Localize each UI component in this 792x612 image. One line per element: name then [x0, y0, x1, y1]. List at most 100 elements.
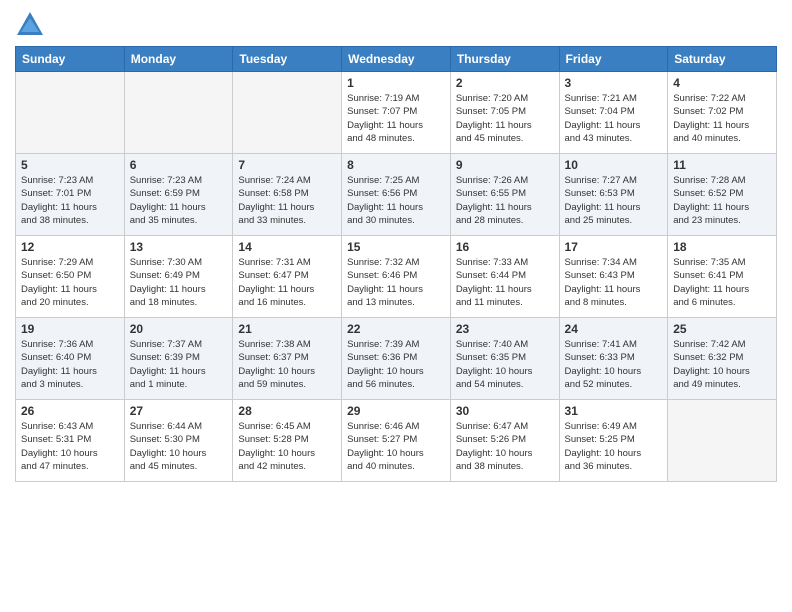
day-number: 7: [238, 158, 336, 172]
day-info: Sunrise: 7:35 AM Sunset: 6:41 PM Dayligh…: [673, 256, 771, 309]
day-header-tuesday: Tuesday: [233, 47, 342, 72]
day-number: 26: [21, 404, 119, 418]
day-number: 29: [347, 404, 445, 418]
day-info: Sunrise: 7:19 AM Sunset: 7:07 PM Dayligh…: [347, 92, 445, 145]
day-info: Sunrise: 7:38 AM Sunset: 6:37 PM Dayligh…: [238, 338, 336, 391]
day-header-wednesday: Wednesday: [342, 47, 451, 72]
header: [15, 10, 777, 40]
day-info: Sunrise: 7:29 AM Sunset: 6:50 PM Dayligh…: [21, 256, 119, 309]
day-number: 18: [673, 240, 771, 254]
week-row-1: 1 Sunrise: 7:19 AM Sunset: 7:07 PM Daylig…: [16, 72, 777, 154]
day-number: 2: [456, 76, 554, 90]
day-number: 20: [130, 322, 228, 336]
header-row: SundayMondayTuesdayWednesdayThursdayFrid…: [16, 47, 777, 72]
day-info: Sunrise: 7:24 AM Sunset: 6:58 PM Dayligh…: [238, 174, 336, 227]
day-cell: 17 Sunrise: 7:34 AM Sunset: 6:43 PM Dayli…: [559, 236, 668, 318]
day-cell: 5 Sunrise: 7:23 AM Sunset: 7:01 PM Daylig…: [16, 154, 125, 236]
day-info: Sunrise: 7:21 AM Sunset: 7:04 PM Dayligh…: [565, 92, 663, 145]
day-cell: 19 Sunrise: 7:36 AM Sunset: 6:40 PM Dayli…: [16, 318, 125, 400]
day-info: Sunrise: 7:27 AM Sunset: 6:53 PM Dayligh…: [565, 174, 663, 227]
day-cell: 27Sunrise: 6:44 AM Sunset: 5:30 PM Dayli…: [124, 400, 233, 482]
day-cell: 2 Sunrise: 7:20 AM Sunset: 7:05 PM Daylig…: [450, 72, 559, 154]
day-cell: 3Sunrise: 7:21 AM Sunset: 7:04 PM Daylig…: [559, 72, 668, 154]
day-cell: 18 Sunrise: 7:35 AM Sunset: 6:41 PM Dayli…: [668, 236, 777, 318]
day-number: 4: [673, 76, 771, 90]
day-cell: [668, 400, 777, 482]
day-number: 13: [130, 240, 228, 254]
day-info: Sunrise: 7:39 AM Sunset: 6:36 PM Dayligh…: [347, 338, 445, 391]
day-cell: 11 Sunrise: 7:28 AM Sunset: 6:52 PM Dayli…: [668, 154, 777, 236]
day-number: 10: [565, 158, 663, 172]
day-number: 24: [565, 322, 663, 336]
day-cell: 23 Sunrise: 7:40 AM Sunset: 6:35 PM Dayli…: [450, 318, 559, 400]
day-number: 5: [21, 158, 119, 172]
day-number: 25: [673, 322, 771, 336]
day-info: Sunrise: 7:37 AM Sunset: 6:39 PM Dayligh…: [130, 338, 228, 391]
day-info: Sunrise: 7:41 AM Sunset: 6:33 PM Dayligh…: [565, 338, 663, 391]
day-cell: 14 Sunrise: 7:31 AM Sunset: 6:47 PM Dayli…: [233, 236, 342, 318]
day-number: 28: [238, 404, 336, 418]
day-info: Sunrise: 6:47 AM Sunset: 5:26 PM Dayligh…: [456, 420, 554, 473]
day-number: 30: [456, 404, 554, 418]
day-header-sunday: Sunday: [16, 47, 125, 72]
day-cell: [16, 72, 125, 154]
day-cell: 20 Sunrise: 7:37 AM Sunset: 6:39 PM Dayli…: [124, 318, 233, 400]
day-info: Sunrise: 7:33 AM Sunset: 6:44 PM Dayligh…: [456, 256, 554, 309]
day-cell: 21 Sunrise: 7:38 AM Sunset: 6:37 PM Dayli…: [233, 318, 342, 400]
day-info: Sunrise: 7:23 AM Sunset: 7:01 PM Dayligh…: [21, 174, 119, 227]
day-header-thursday: Thursday: [450, 47, 559, 72]
day-number: 21: [238, 322, 336, 336]
day-info: Sunrise: 7:32 AM Sunset: 6:46 PM Dayligh…: [347, 256, 445, 309]
day-cell: 26 Sunrise: 6:43 AM Sunset: 5:31 PM Dayli…: [16, 400, 125, 482]
day-number: 1: [347, 76, 445, 90]
day-cell: 24 Sunrise: 7:41 AM Sunset: 6:33 PM Dayli…: [559, 318, 668, 400]
calendar-container: SundayMondayTuesdayWednesdayThursdayFrid…: [0, 0, 792, 492]
day-cell: 15 Sunrise: 7:32 AM Sunset: 6:46 PM Dayli…: [342, 236, 451, 318]
day-info: Sunrise: 6:43 AM Sunset: 5:31 PM Dayligh…: [21, 420, 119, 473]
day-info: Sunrise: 7:23 AM Sunset: 6:59 PM Dayligh…: [130, 174, 228, 227]
calendar-table: SundayMondayTuesdayWednesdayThursdayFrid…: [15, 46, 777, 482]
day-header-friday: Friday: [559, 47, 668, 72]
day-info: Sunrise: 6:49 AM Sunset: 5:25 PM Dayligh…: [565, 420, 663, 473]
day-number: 17: [565, 240, 663, 254]
day-number: 16: [456, 240, 554, 254]
day-number: 27: [130, 404, 228, 418]
day-number: 14: [238, 240, 336, 254]
day-cell: 30 Sunrise: 6:47 AM Sunset: 5:26 PM Dayli…: [450, 400, 559, 482]
day-cell: 12 Sunrise: 7:29 AM Sunset: 6:50 PM Dayli…: [16, 236, 125, 318]
day-cell: 31Sunrise: 6:49 AM Sunset: 5:25 PM Dayli…: [559, 400, 668, 482]
day-info: Sunrise: 7:22 AM Sunset: 7:02 PM Dayligh…: [673, 92, 771, 145]
week-row-4: 19 Sunrise: 7:36 AM Sunset: 6:40 PM Dayli…: [16, 318, 777, 400]
day-info: Sunrise: 7:30 AM Sunset: 6:49 PM Dayligh…: [130, 256, 228, 309]
day-cell: [124, 72, 233, 154]
day-cell: 7 Sunrise: 7:24 AM Sunset: 6:58 PM Daylig…: [233, 154, 342, 236]
day-info: Sunrise: 7:31 AM Sunset: 6:47 PM Dayligh…: [238, 256, 336, 309]
day-number: 19: [21, 322, 119, 336]
day-number: 22: [347, 322, 445, 336]
day-info: Sunrise: 7:28 AM Sunset: 6:52 PM Dayligh…: [673, 174, 771, 227]
day-cell: 25 Sunrise: 7:42 AM Sunset: 6:32 PM Dayli…: [668, 318, 777, 400]
day-number: 12: [21, 240, 119, 254]
day-info: Sunrise: 7:25 AM Sunset: 6:56 PM Dayligh…: [347, 174, 445, 227]
day-cell: 1 Sunrise: 7:19 AM Sunset: 7:07 PM Daylig…: [342, 72, 451, 154]
day-number: 15: [347, 240, 445, 254]
day-number: 11: [673, 158, 771, 172]
day-info: Sunrise: 7:36 AM Sunset: 6:40 PM Dayligh…: [21, 338, 119, 391]
day-info: Sunrise: 7:40 AM Sunset: 6:35 PM Dayligh…: [456, 338, 554, 391]
day-cell: 28Sunrise: 6:45 AM Sunset: 5:28 PM Dayli…: [233, 400, 342, 482]
day-cell: 29 Sunrise: 6:46 AM Sunset: 5:27 PM Dayli…: [342, 400, 451, 482]
day-info: Sunrise: 7:20 AM Sunset: 7:05 PM Dayligh…: [456, 92, 554, 145]
day-cell: 4 Sunrise: 7:22 AM Sunset: 7:02 PM Daylig…: [668, 72, 777, 154]
day-info: Sunrise: 7:34 AM Sunset: 6:43 PM Dayligh…: [565, 256, 663, 309]
week-row-5: 26 Sunrise: 6:43 AM Sunset: 5:31 PM Dayli…: [16, 400, 777, 482]
day-info: Sunrise: 6:46 AM Sunset: 5:27 PM Dayligh…: [347, 420, 445, 473]
day-cell: 16 Sunrise: 7:33 AM Sunset: 6:44 PM Dayli…: [450, 236, 559, 318]
day-number: 9: [456, 158, 554, 172]
day-cell: 8 Sunrise: 7:25 AM Sunset: 6:56 PM Daylig…: [342, 154, 451, 236]
day-info: Sunrise: 7:42 AM Sunset: 6:32 PM Dayligh…: [673, 338, 771, 391]
day-number: 23: [456, 322, 554, 336]
day-cell: 22 Sunrise: 7:39 AM Sunset: 6:36 PM Dayli…: [342, 318, 451, 400]
logo: [15, 10, 49, 40]
day-number: 8: [347, 158, 445, 172]
logo-icon: [15, 10, 45, 40]
